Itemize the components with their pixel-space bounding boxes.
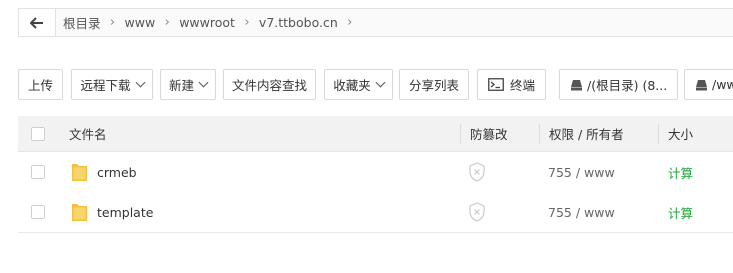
- col-perm-label: 权限 / 所有者: [549, 127, 624, 142]
- chevron-right-icon: ›: [164, 15, 170, 30]
- row-checkbox[interactable]: [31, 205, 45, 219]
- calc-size-link[interactable]: 计算: [668, 152, 693, 192]
- calc-size-link[interactable]: 计算: [668, 192, 693, 232]
- breadcrumb-www[interactable]: www: [125, 15, 156, 30]
- folder-icon: [71, 192, 89, 232]
- breadcrumb-bar: 根目录 › www › wwwroot › v7.ttbobo.cn ›: [18, 8, 733, 37]
- select-all-checkbox[interactable]: [31, 126, 45, 141]
- tamper-shield-icon[interactable]: [468, 192, 486, 232]
- disk-icon: [571, 79, 582, 90]
- column-divider[interactable]: [658, 124, 659, 144]
- column-divider[interactable]: [460, 124, 461, 144]
- file-name[interactable]: template: [97, 192, 153, 232]
- breadcrumb-site[interactable]: v7.ttbobo.cn: [259, 15, 338, 30]
- col-size[interactable]: 大小: [668, 116, 693, 151]
- chevron-right-icon: ›: [244, 15, 250, 30]
- calc-size-label: 计算: [668, 205, 694, 221]
- table-row[interactable]: template 755 / www 计算: [18, 192, 733, 233]
- file-name-label: crmeb: [97, 164, 137, 180]
- file-name[interactable]: crmeb: [97, 152, 137, 192]
- chevron-right-icon: ›: [347, 15, 353, 30]
- new-label: 新建: [168, 78, 194, 93]
- column-divider[interactable]: [539, 124, 540, 144]
- remote-download-button[interactable]: 远程下载: [71, 69, 153, 100]
- chevron-down-icon: [135, 77, 145, 88]
- col-size-label: 大小: [668, 127, 694, 142]
- file-table-header: 文件名 防篡改 权限 / 所有者 大小: [18, 116, 733, 152]
- table-row[interactable]: crmeb 755 / www 计算: [18, 152, 733, 193]
- content-search-label: 文件内容查找: [231, 78, 307, 93]
- col-name[interactable]: 文件名: [69, 116, 107, 151]
- back-button[interactable]: [19, 9, 56, 36]
- favorites-label: 收藏夹: [333, 78, 371, 93]
- col-tamper: 防篡改: [470, 116, 508, 151]
- breadcrumb-root[interactable]: 根目录: [63, 13, 101, 32]
- row-select-cell: [31, 192, 45, 232]
- disk-root-label: /(根目录) (8...: [587, 78, 668, 93]
- folder-icon: [71, 152, 89, 192]
- tamper-shield-icon[interactable]: [468, 152, 486, 192]
- disk-icon: [696, 79, 707, 90]
- disk-www-label: /ww: [712, 77, 733, 92]
- upload-label: 上传: [27, 78, 53, 93]
- chevron-down-icon: [375, 77, 386, 88]
- row-select-cell: [31, 152, 45, 192]
- breadcrumb: 根目录 › www › wwwroot › v7.ttbobo.cn ›: [63, 9, 362, 36]
- chevron-down-icon: [198, 77, 209, 88]
- share-list-label: 分享列表: [408, 78, 459, 93]
- terminal-button[interactable]: 终端: [477, 69, 546, 100]
- remote-download-label: 远程下载: [80, 78, 131, 93]
- permission-owner[interactable]: 755 / www: [548, 152, 615, 192]
- row-checkbox[interactable]: [31, 165, 45, 179]
- disk-root-button[interactable]: /(根目录) (8...: [559, 69, 678, 100]
- file-name-label: template: [97, 204, 154, 220]
- disk-www-button[interactable]: /ww: [684, 69, 733, 100]
- content-search-button[interactable]: 文件内容查找: [223, 69, 316, 100]
- col-name-label: 文件名: [69, 127, 107, 142]
- col-perm: 权限 / 所有者: [549, 116, 624, 151]
- select-all-cell: [31, 116, 45, 151]
- arrow-left-icon: [30, 16, 43, 29]
- permission-owner-label: 755 / www: [548, 204, 615, 220]
- permission-owner-label: 755 / www: [548, 164, 615, 180]
- favorites-button[interactable]: 收藏夹: [324, 69, 393, 100]
- chevron-right-icon: ›: [109, 15, 116, 30]
- permission-owner[interactable]: 755 / www: [548, 192, 615, 232]
- new-button[interactable]: 新建: [160, 69, 216, 100]
- terminal-icon: [488, 78, 504, 91]
- col-tamper-label: 防篡改: [470, 127, 508, 142]
- terminal-label: 终端: [509, 78, 535, 93]
- upload-button[interactable]: 上传: [18, 69, 63, 100]
- calc-size-label: 计算: [668, 165, 694, 181]
- share-list-button[interactable]: 分享列表: [399, 69, 469, 100]
- breadcrumb-wwwroot[interactable]: wwwroot: [179, 15, 235, 30]
